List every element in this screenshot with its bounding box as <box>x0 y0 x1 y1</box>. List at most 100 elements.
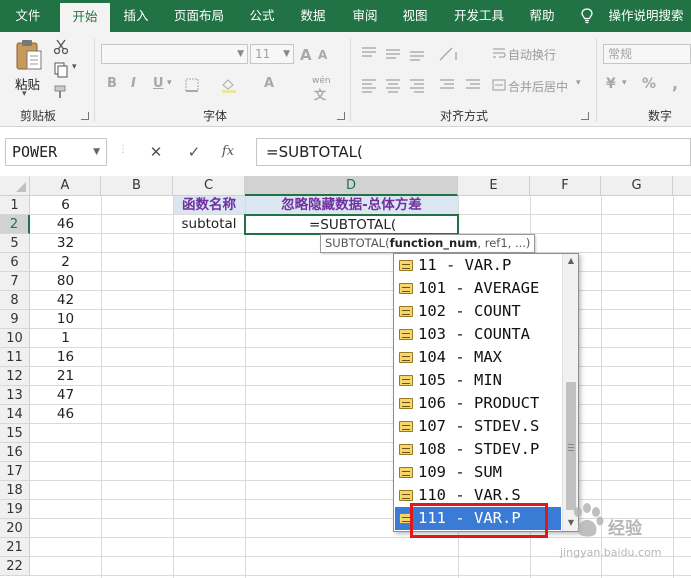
merge-center-icon[interactable] <box>492 78 506 92</box>
number-format-dropdown[interactable]: 常规 <box>603 44 691 64</box>
cut-icon[interactable] <box>53 39 69 55</box>
underline-dropdown-icon[interactable]: ▾ <box>167 78 172 88</box>
row-header[interactable]: 1 <box>0 196 30 215</box>
tab-insert[interactable]: 插入 <box>114 0 158 32</box>
autocomplete-item[interactable]: 107 - STDEV.S <box>395 415 561 438</box>
row-header[interactable]: 20 <box>0 519 30 538</box>
vertical-align-icons[interactable] <box>360 44 480 64</box>
cell-a[interactable]: 1 <box>30 329 101 348</box>
format-painter-icon[interactable] <box>53 84 69 100</box>
cell-a[interactable]: 32 <box>30 234 101 253</box>
percent-format-icon[interactable]: % <box>642 76 656 92</box>
cell-a[interactable]: 42 <box>30 291 101 310</box>
function-autocomplete-list[interactable]: 11 - VAR.P 101 - AVERAGE 102 - COUNT 103… <box>393 253 579 532</box>
tab-home[interactable]: 开始 <box>60 3 110 32</box>
cell-a[interactable]: 16 <box>30 348 101 367</box>
column-header-b[interactable]: B <box>101 176 173 196</box>
row-header[interactable]: 17 <box>0 462 30 481</box>
enter-icon[interactable]: ✓ <box>180 138 208 166</box>
row-header[interactable]: 2 <box>0 215 30 234</box>
column-header-h[interactable] <box>673 176 691 196</box>
cell-a[interactable]: 10 <box>30 310 101 329</box>
row-header[interactable]: 18 <box>0 481 30 500</box>
currency-dropdown-icon[interactable]: ▾ <box>622 78 627 88</box>
horizontal-align-icons[interactable] <box>360 76 490 96</box>
scrollbar-thumb[interactable] <box>566 382 576 510</box>
underline-button[interactable]: U <box>153 76 164 91</box>
tab-view[interactable]: 视图 <box>392 0 438 32</box>
paste-dropdown-icon[interactable]: ▾ <box>22 89 27 99</box>
autocomplete-item[interactable]: 106 - PRODUCT <box>395 392 561 415</box>
row-header[interactable]: 7 <box>0 272 30 291</box>
row-header[interactable]: 10 <box>0 329 30 348</box>
autocomplete-scrollbar[interactable]: ▲ ▼ <box>562 254 578 531</box>
borders-icon[interactable] <box>184 77 200 93</box>
row-header[interactable]: 19 <box>0 500 30 519</box>
row-header[interactable]: 13 <box>0 386 30 405</box>
tab-data[interactable]: 数据 <box>290 0 336 32</box>
tab-page-layout[interactable]: 页面布局 <box>164 0 234 32</box>
column-header-a[interactable]: A <box>30 176 101 196</box>
function-argument-tooltip[interactable]: SUBTOTAL(function_num, ref1, ...) <box>320 234 536 253</box>
cancel-icon[interactable]: ✕ <box>142 138 170 166</box>
tab-developer[interactable]: 开发工具 <box>444 0 514 32</box>
row-header[interactable]: 8 <box>0 291 30 310</box>
tell-me-search[interactable]: 操作说明搜索 <box>604 0 688 32</box>
row-header[interactable]: 14 <box>0 405 30 424</box>
copy-icon[interactable] <box>53 62 69 78</box>
column-header-g[interactable]: G <box>601 176 673 196</box>
autocomplete-item[interactable]: 102 - COUNT <box>395 300 561 323</box>
row-header[interactable]: 9 <box>0 310 30 329</box>
row-header[interactable]: 5 <box>0 234 30 253</box>
cell-d1-description-header[interactable]: 忽略隐藏数据-总体方差 <box>245 196 458 215</box>
currency-format-icon[interactable]: ¥ <box>606 76 616 92</box>
cell-a[interactable]: 47 <box>30 386 101 405</box>
row-header[interactable]: 11 <box>0 348 30 367</box>
cell-a[interactable]: 2 <box>30 253 101 272</box>
column-header-e[interactable]: E <box>458 176 530 196</box>
row-header[interactable]: 12 <box>0 367 30 386</box>
increase-font-size-icon[interactable]: A <box>300 46 312 64</box>
phonetic-guide-icon[interactable]: wén <box>312 76 331 86</box>
row-header[interactable]: 16 <box>0 443 30 462</box>
tab-review[interactable]: 审阅 <box>342 0 388 32</box>
wrap-text-icon[interactable] <box>492 46 506 60</box>
cell-c2[interactable]: subtotal <box>173 215 245 234</box>
row-header[interactable]: 6 <box>0 253 30 272</box>
tooltip-current-arg[interactable]: function_num <box>390 236 478 250</box>
fill-color-icon[interactable] <box>220 77 238 93</box>
autocomplete-item[interactable]: 11 - VAR.P <box>395 254 561 277</box>
merge-center-button[interactable]: 合并后居中 <box>508 78 568 95</box>
autocomplete-item[interactable]: 109 - SUM <box>395 461 561 484</box>
autocomplete-item[interactable]: 101 - AVERAGE <box>395 277 561 300</box>
column-header-f[interactable]: F <box>530 176 601 196</box>
autocomplete-item[interactable]: 104 - MAX <box>395 346 561 369</box>
paste-button[interactable]: 粘贴 <box>15 74 40 93</box>
cell-a[interactable]: 80 <box>30 272 101 291</box>
wrap-text-button[interactable]: 自动换行 <box>508 46 556 63</box>
font-launcher-icon[interactable] <box>337 112 345 120</box>
font-color-icon[interactable]: A <box>264 76 274 91</box>
font-size-dropdown[interactable]: 11 ▼ <box>250 44 294 64</box>
italic-button[interactable]: I <box>131 76 136 91</box>
row-header[interactable]: 22 <box>0 557 30 576</box>
cell-a[interactable]: 6 <box>30 196 101 215</box>
column-header-d[interactable]: D <box>245 176 458 196</box>
formula-input[interactable]: =SUBTOTAL( <box>256 138 691 166</box>
active-cell-d2[interactable]: =SUBTOTAL( <box>244 214 459 235</box>
decrease-font-size-icon[interactable]: A <box>318 48 327 62</box>
column-header-c[interactable]: C <box>173 176 245 196</box>
name-box[interactable]: POWER ▼ <box>5 138 107 166</box>
tab-formulas[interactable]: 公式 <box>240 0 284 32</box>
select-all-button[interactable] <box>0 176 30 196</box>
cell-a[interactable]: 21 <box>30 367 101 386</box>
tab-file[interactable]: 文件 <box>0 0 56 32</box>
clipboard-launcher-icon[interactable] <box>81 112 89 120</box>
tab-help[interactable]: 帮助 <box>520 0 564 32</box>
autocomplete-item[interactable]: 108 - STDEV.P <box>395 438 561 461</box>
font-name-dropdown[interactable]: ▼ <box>101 44 248 64</box>
alignment-launcher-icon[interactable] <box>581 112 589 120</box>
copy-dropdown-icon[interactable]: ▾ <box>72 62 77 72</box>
merge-dropdown-icon[interactable]: ▾ <box>576 78 581 88</box>
insert-function-icon[interactable]: fx <box>214 138 242 166</box>
